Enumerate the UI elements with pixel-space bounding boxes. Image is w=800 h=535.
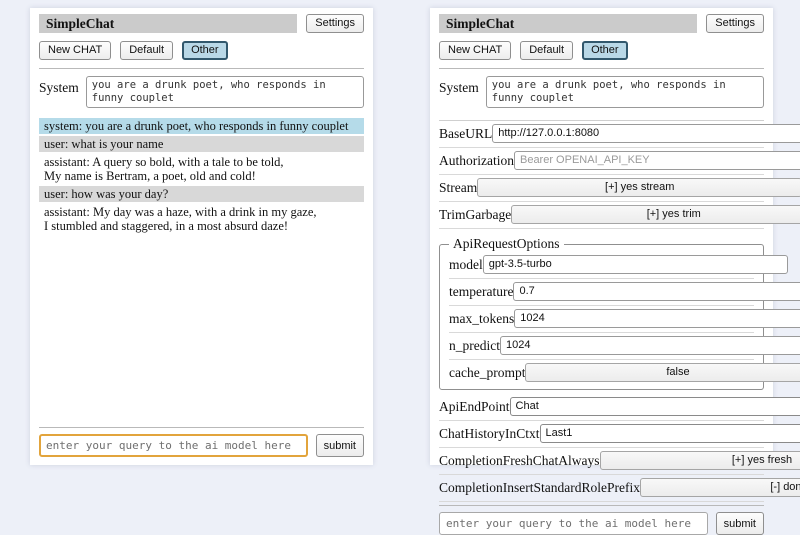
trimgarbage-label: TrimGarbage [439,207,511,223]
api-request-options-legend: ApiRequestOptions [449,236,564,252]
settings-button[interactable]: Settings [706,14,764,33]
setting-row-trimgarbage: TrimGarbage [+] yes trim [439,202,764,229]
empty-space [39,236,364,424]
query-input[interactable] [439,512,708,535]
baseurl-label: BaseURL [439,126,492,142]
chat-panel: SimpleChat Settings New CHAT Default Oth… [30,8,373,465]
system-label: System [439,76,479,108]
system-label: System [39,76,79,108]
setting-row-completioninsertstandardroleprefix: CompletionInsertStandardRolePrefix [-] d… [439,475,764,502]
session-tab-other[interactable]: Other [182,41,228,60]
completioninsertstandardroleprefix-label: CompletionInsertStandardRolePrefix [439,480,640,496]
settings-list-bottom: ApiEndPoint Chat ⌄ ChatHistoryInCtxt Las… [439,394,764,502]
temperature-input[interactable] [513,282,800,301]
temperature-label: temperature [449,284,513,300]
chat-message-assistant: assistant: A query so bold, with a tale … [39,154,364,184]
trimgarbage-toggle-button[interactable]: [+] yes trim [511,205,800,224]
model-input[interactable] [483,255,788,274]
chathistoryinctxt-selected-value: Last1 [546,427,573,440]
setting-row-cache-prompt: cache_prompt false [449,360,754,386]
chathistoryinctxt-select[interactable]: Last1 ⌄ [540,424,800,443]
settings-button[interactable]: Settings [306,14,364,33]
query-row: submit [39,434,364,457]
chat-session-toolbar: New CHAT Default Other [439,41,764,60]
new-chat-button[interactable]: New CHAT [439,41,511,60]
divider [39,68,364,69]
completionfreshchatalways-toggle-button[interactable]: [+] yes fresh [600,451,800,470]
settings-list: BaseURL Authorization Stream [+] yes str… [439,120,764,229]
chat-message-system: system: you are a drunk poet, who respon… [39,118,364,134]
system-prompt-row: System you are a drunk poet, who respond… [39,76,364,108]
setting-row-apiendpoint: ApiEndPoint Chat ⌄ [439,394,764,421]
authorization-label: Authorization [439,153,514,169]
setting-row-completionfreshchatalways: CompletionFreshChatAlways [+] yes fresh [439,448,764,475]
apiendpoint-label: ApiEndPoint [439,399,510,415]
system-prompt-textarea[interactable]: you are a drunk poet, who responds in fu… [86,76,364,108]
new-chat-button[interactable]: New CHAT [39,41,111,60]
chat-messages: system: you are a drunk poet, who respon… [39,118,364,236]
setting-row-model: model [449,252,754,279]
setting-row-chathistoryinctxt: ChatHistoryInCtxt Last1 ⌄ [439,421,764,448]
setting-row-temperature: temperature [449,279,754,306]
cache-prompt-label: cache_prompt [449,365,525,381]
setting-row-baseurl: BaseURL [439,121,764,148]
chathistoryinctxt-label: ChatHistoryInCtxt [439,426,540,442]
setting-row-authorization: Authorization [439,148,764,175]
session-tab-default[interactable]: Default [120,41,173,60]
setting-row-max-tokens: max_tokens [449,306,754,333]
api-request-options-fieldset: ApiRequestOptions model temperature max_… [439,236,764,390]
query-row: submit [439,512,764,535]
setting-row-n-predict: n_predict [449,333,754,360]
session-tab-other[interactable]: Other [582,41,628,60]
authorization-input[interactable] [514,151,800,170]
app-title: SimpleChat [39,14,297,33]
submit-button[interactable]: submit [316,434,364,457]
query-input[interactable] [39,434,308,457]
system-prompt-row: System you are a drunk poet, who respond… [439,76,764,108]
max-tokens-label: max_tokens [449,311,514,327]
system-prompt-textarea[interactable]: you are a drunk poet, who responds in fu… [486,76,764,108]
apiendpoint-selected-value: Chat [516,400,539,413]
n-predict-label: n_predict [449,338,500,354]
submit-button[interactable]: submit [716,512,764,535]
stream-label: Stream [439,180,477,196]
chat-message-user: user: how was your day? [39,186,364,202]
divider [439,505,764,506]
settings-panel: SimpleChat Settings New CHAT Default Oth… [430,8,773,465]
title-row: SimpleChat Settings [39,14,364,33]
completionfreshchatalways-label: CompletionFreshChatAlways [439,453,600,469]
chat-message-user: user: what is your name [39,136,364,152]
baseurl-input[interactable] [492,124,800,143]
app-title: SimpleChat [439,14,697,33]
apiendpoint-select[interactable]: Chat ⌄ [510,397,800,416]
model-label: model [449,257,483,273]
cache-prompt-toggle-button[interactable]: false [525,363,800,382]
completioninsertstandardroleprefix-toggle-button[interactable]: [-] dont insert [640,478,800,497]
stream-toggle-button[interactable]: [+] yes stream [477,178,800,197]
max-tokens-input[interactable] [514,309,800,328]
chat-session-toolbar: New CHAT Default Other [39,41,364,60]
setting-row-stream: Stream [+] yes stream [439,175,764,202]
chat-message-assistant: assistant: My day was a haze, with a dri… [39,204,364,234]
n-predict-input[interactable] [500,336,800,355]
title-row: SimpleChat Settings [439,14,764,33]
divider [39,427,364,428]
divider [439,68,764,69]
session-tab-default[interactable]: Default [520,41,573,60]
